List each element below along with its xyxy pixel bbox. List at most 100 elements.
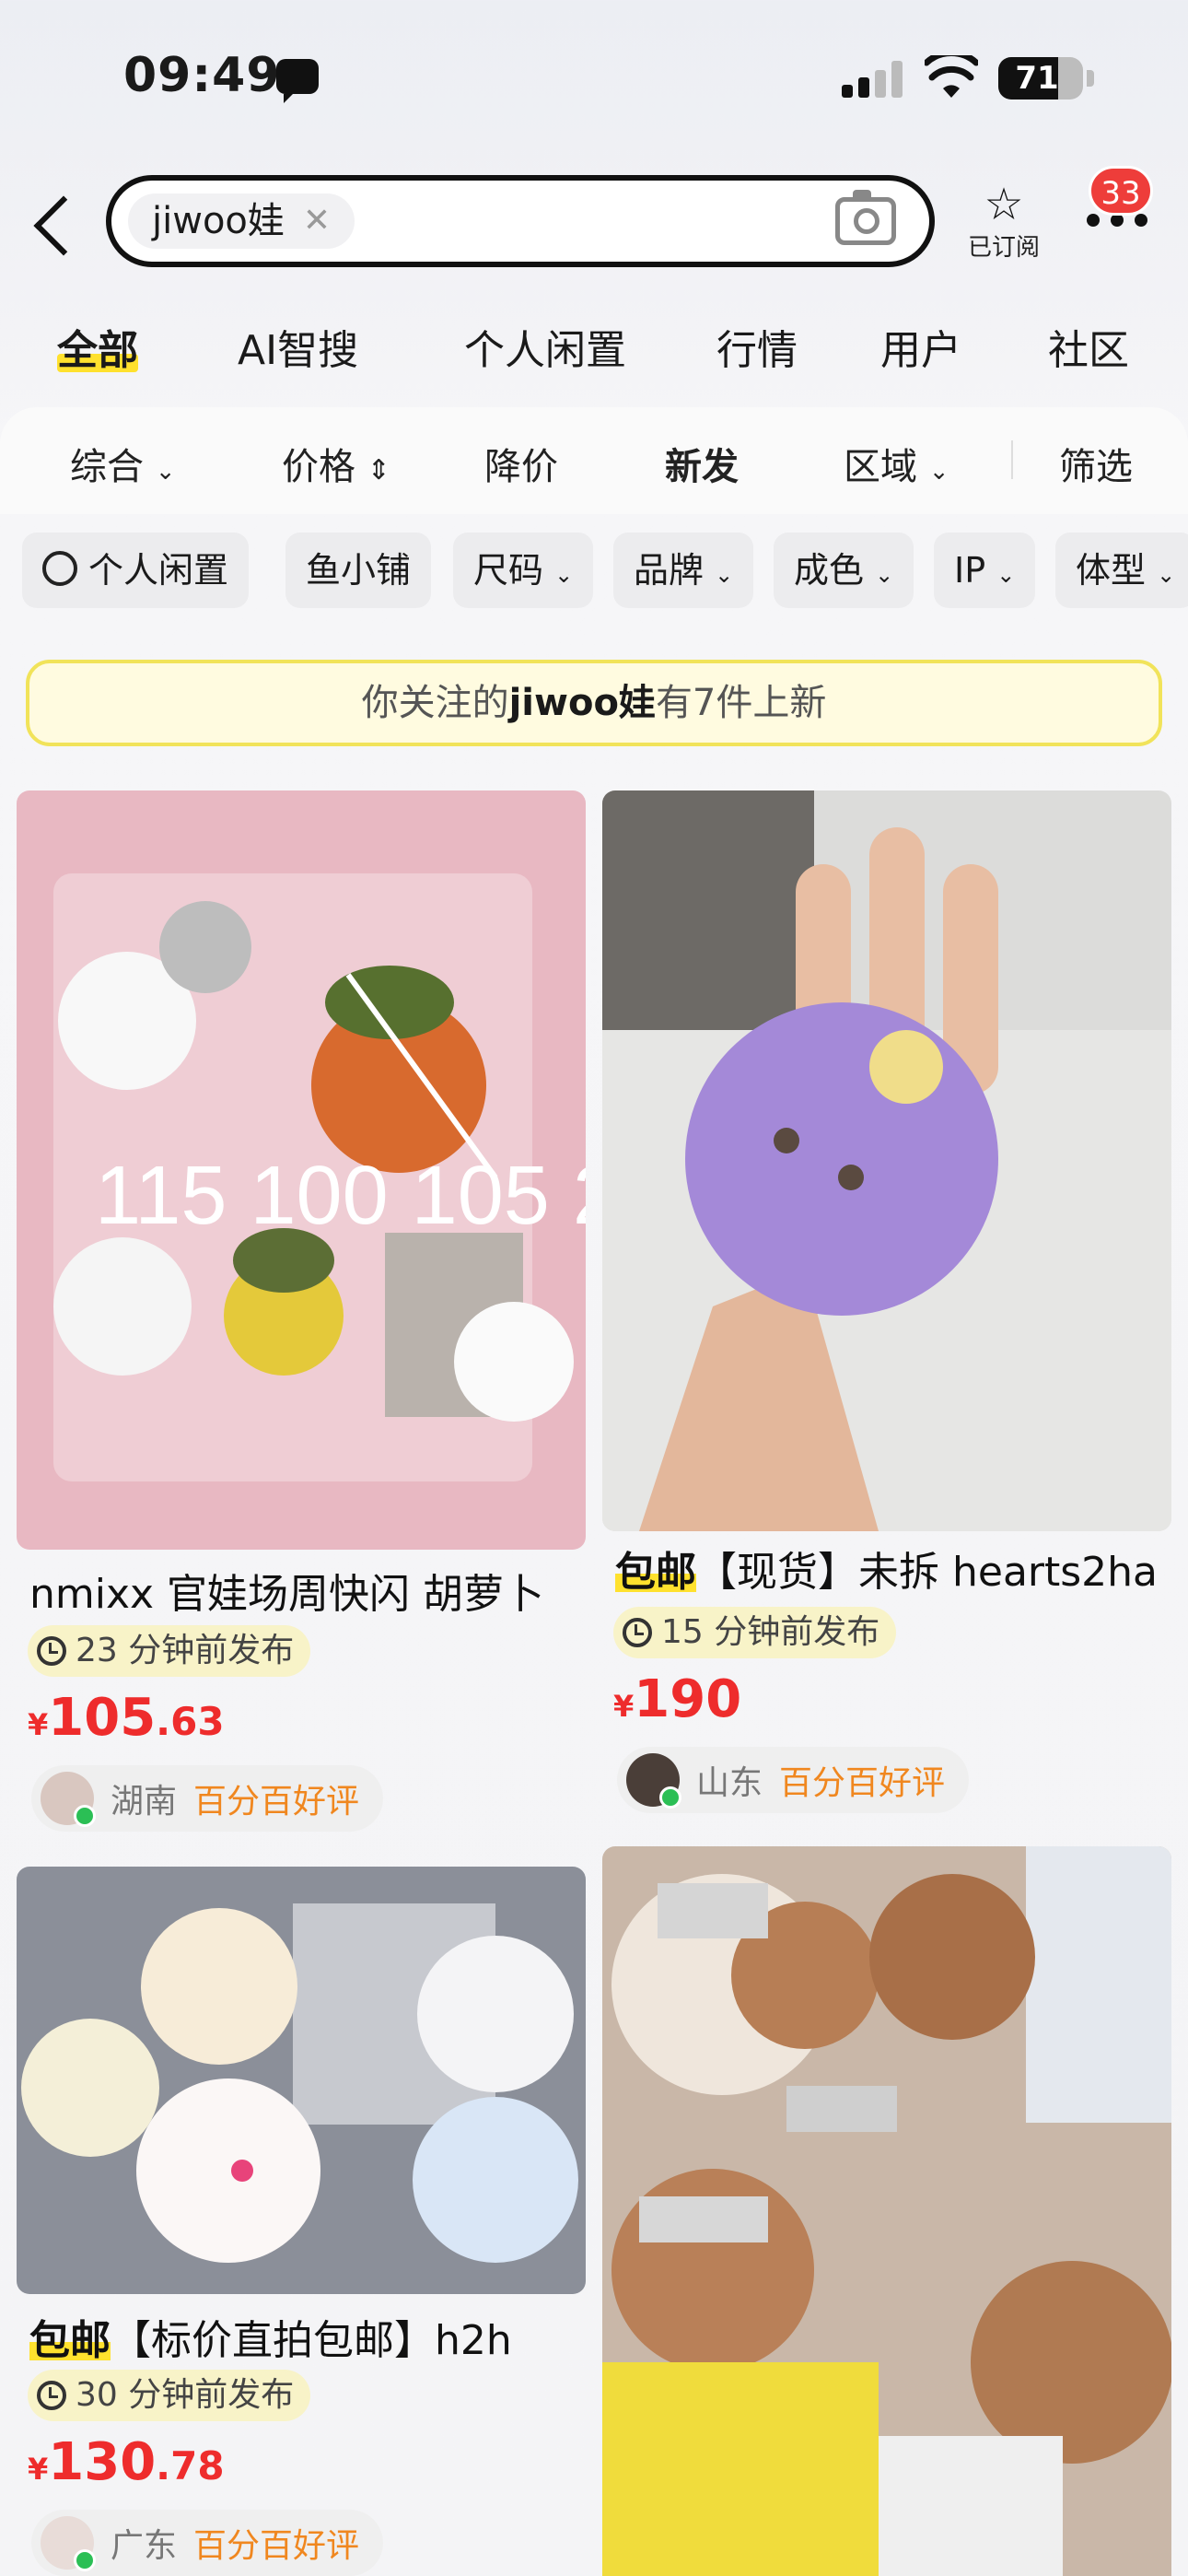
chip-label: 成色 xyxy=(794,550,865,591)
new-items-notice[interactable]: 你关注的jiwoo娃有7件上新 xyxy=(26,660,1162,746)
chevron-down-icon: ⌄ xyxy=(928,458,949,486)
chip-label: 体型 xyxy=(1076,550,1147,591)
chip-label: 个人闲置 xyxy=(88,550,229,591)
chip-label: 尺码 xyxy=(473,550,544,591)
chevron-down-icon: ⌄ xyxy=(155,458,176,486)
status-time: 09:49 xyxy=(123,48,281,103)
plush-photo xyxy=(602,790,1171,1531)
price-decimal: .78 xyxy=(156,2443,225,2488)
chip-fish-shop[interactable]: 鱼小铺 xyxy=(285,533,432,608)
sort-label: 价格 xyxy=(282,446,355,488)
camera-icon[interactable] xyxy=(835,190,896,245)
plush-photo xyxy=(17,1867,586,2294)
notice-keyword: jiwoo娃 xyxy=(508,682,656,724)
currency: ¥ xyxy=(613,1689,635,1724)
product-image[interactable] xyxy=(602,790,1171,1531)
wifi-icon xyxy=(925,55,978,98)
currency: ¥ xyxy=(28,2452,49,2487)
sort-region[interactable]: 区域 ⌄ xyxy=(844,437,949,490)
product-image[interactable] xyxy=(17,1867,586,2294)
search-query-chip[interactable]: jiwoo娃 ✕ xyxy=(128,193,355,249)
tab-ai-search[interactable]: AI智搜 xyxy=(238,317,358,376)
product-price: ¥130.78 xyxy=(28,2432,225,2492)
sort-new[interactable]: 新发 xyxy=(665,437,739,490)
search-query-text: jiwoo娃 xyxy=(152,200,285,242)
chevron-down-icon: ⌄ xyxy=(1157,562,1176,588)
filter-button[interactable]: 筛选 xyxy=(1059,437,1133,490)
product-image[interactable] xyxy=(602,1846,1171,2576)
image-handwriting: 115 100 105 20 xyxy=(95,1150,586,1242)
chip-condition[interactable]: 成色 ⌄ xyxy=(774,533,914,608)
seller-info[interactable]: 山东 百分百好评 xyxy=(617,1747,970,1813)
chip-body-type[interactable]: 体型 ⌄ xyxy=(1055,533,1188,608)
person-icon xyxy=(42,551,77,586)
search-input[interactable]: jiwoo娃 ✕ xyxy=(106,175,935,267)
product-price: ¥105.63 xyxy=(28,1688,225,1748)
notice-suffix: 有7件上新 xyxy=(655,682,827,724)
product-image[interactable]: 115 100 105 20 xyxy=(17,790,586,1550)
plush-photo: 115 100 105 20 xyxy=(17,790,586,1550)
sort-arrows-icon: ⇕ xyxy=(367,454,390,486)
product-title[interactable]: nmixx 官娃场周快闪 胡萝卜 xyxy=(29,1561,582,1620)
tab-label: 全部 xyxy=(57,327,138,374)
notice-prefix: 你关注的 xyxy=(361,682,509,724)
sort-label: 区域 xyxy=(844,446,917,488)
chevron-down-icon: ⌄ xyxy=(715,562,734,588)
free-shipping-tag: 包邮 xyxy=(29,2317,111,2364)
seller-info[interactable]: 广东 百分百好评 xyxy=(31,2510,384,2576)
publish-time: 30 分钟前发布 xyxy=(28,2370,311,2421)
seller-info[interactable]: 湖南 百分百好评 xyxy=(31,1765,384,1832)
sort-comprehensive[interactable]: 综合 ⌄ xyxy=(70,437,176,490)
publish-time-text: 30 分钟前发布 xyxy=(76,2376,295,2414)
clock-icon xyxy=(37,1636,66,1666)
chevron-down-icon: ⌄ xyxy=(996,562,1016,588)
chip-personal-idle[interactable]: 个人闲置 xyxy=(22,533,250,608)
publish-time: 23 分钟前发布 xyxy=(28,1625,311,1677)
product-title-text: 【标价直拍包邮】h2h xyxy=(111,2317,512,2364)
tab-users[interactable]: 用户 xyxy=(880,317,961,376)
battery-icon: 71 xyxy=(998,57,1083,100)
product-title-text: 【现货】未拆 hearts2ha xyxy=(696,1549,1159,1596)
seller-rating: 百分百好评 xyxy=(193,2527,360,2565)
back-button[interactable] xyxy=(33,195,94,256)
message-icon xyxy=(276,59,319,103)
chip-label: 品牌 xyxy=(634,550,705,591)
seller-region: 湖南 xyxy=(111,1783,178,1821)
price-decimal: .63 xyxy=(156,1699,225,1744)
price-integer: 105 xyxy=(48,1688,157,1748)
product-price: ¥190 xyxy=(613,1669,741,1729)
clock-icon xyxy=(37,2381,66,2410)
tab-market[interactable]: 行情 xyxy=(716,317,798,376)
price-integer: 130 xyxy=(48,2432,157,2492)
subscribe-label: 已订阅 xyxy=(967,234,1040,262)
plush-photo xyxy=(602,1846,1171,2576)
chevron-down-icon: ⌄ xyxy=(554,562,574,588)
subscribe-button[interactable]: ☆ 已订阅 xyxy=(958,181,1050,263)
star-icon: ☆ xyxy=(984,179,1024,230)
tab-all[interactable]: 全部 xyxy=(57,317,138,376)
chevron-down-icon: ⌄ xyxy=(875,562,894,588)
signal-icon xyxy=(842,61,904,98)
sort-label: 综合 xyxy=(70,446,144,488)
seller-rating: 百分百好评 xyxy=(779,1764,946,1802)
notification-badge: 33 xyxy=(1089,166,1153,216)
publish-time-text: 15 分钟前发布 xyxy=(661,1613,880,1651)
product-title[interactable]: 包邮【标价直拍包邮】h2h xyxy=(29,2307,582,2366)
publish-time-text: 23 分钟前发布 xyxy=(76,1632,295,1669)
tab-community[interactable]: 社区 xyxy=(1048,317,1129,376)
sort-price[interactable]: 价格 ⇕ xyxy=(282,437,390,490)
chip-size[interactable]: 尺码 ⌄ xyxy=(453,533,594,608)
tab-personal-idle[interactable]: 个人闲置 xyxy=(464,317,626,376)
battery-tip xyxy=(1087,70,1094,87)
sort-price-drop[interactable]: 降价 xyxy=(484,437,558,490)
clock-icon xyxy=(623,1618,652,1647)
chip-ip[interactable]: IP ⌄ xyxy=(934,533,1036,608)
free-shipping-tag: 包邮 xyxy=(615,1549,696,1596)
chip-brand[interactable]: 品牌 ⌄ xyxy=(613,533,754,608)
chip-label: IP xyxy=(954,550,986,591)
product-title[interactable]: 包邮【现货】未拆 hearts2ha xyxy=(615,1539,1168,1598)
seller-region: 山东 xyxy=(696,1764,763,1802)
currency: ¥ xyxy=(28,1707,49,1742)
clear-icon[interactable]: ✕ xyxy=(303,193,331,249)
battery-level: 71 xyxy=(1015,60,1059,97)
